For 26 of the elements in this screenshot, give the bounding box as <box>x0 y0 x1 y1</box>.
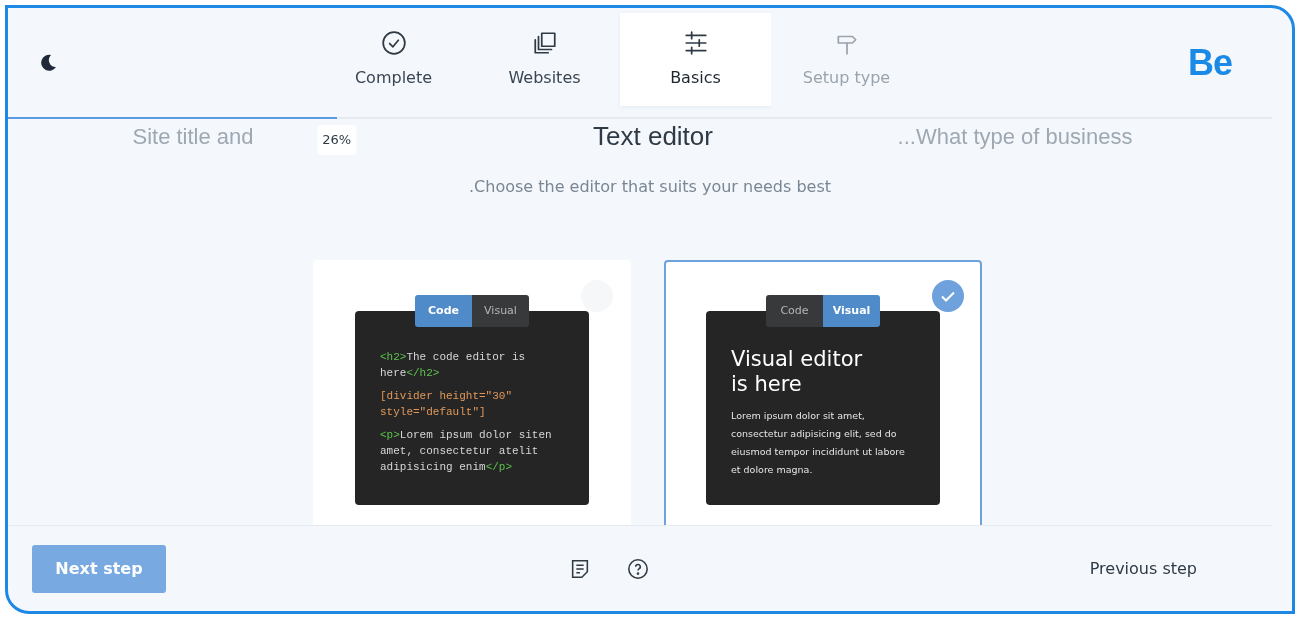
logo: Be <box>1187 40 1232 85</box>
previous-step-title: Site title and <box>132 122 254 151</box>
previous-step-button[interactable]: Previous step <box>1089 556 1197 581</box>
step-tab[interactable]: Basics <box>620 13 771 106</box>
editor-mode-tab: Code <box>415 295 472 327</box>
code-line: <h2>The code editor is here</h2> <box>380 350 527 381</box>
editor-mode-tab: Visual <box>823 295 880 327</box>
check-circle-icon <box>380 29 407 56</box>
notes-icon[interactable] <box>569 557 591 580</box>
progress-badge: 26% <box>317 125 357 155</box>
code-line: [divider height="30" style="default"] <box>380 389 514 420</box>
subtitle: .Choose the editor that suits your needs best <box>469 176 831 198</box>
check-badge-icon <box>932 280 964 312</box>
editor-mode-tab: Visual <box>472 295 529 327</box>
moon-icon[interactable] <box>38 52 58 73</box>
code-line: <p>Lorem ipsum dolor siten amet, consectetur atelit adipisicing enim</p> <box>380 428 553 475</box>
page-title: Text editor <box>593 119 713 153</box>
sliders-icon <box>682 29 709 56</box>
editor-option-card[interactable]: Code Visual <h2>The code editor is here</h2> [divider height="30" style="default"] <p>Lorem ipsum dolor siten amet, consectetur atelit adipisicing enim</p> <box>313 260 631 525</box>
next-step-title: ...What type of business <box>897 122 1133 151</box>
editor-option-card[interactable]: Code Visual Visual editor is here Lorem ipsum dolor sit amet, consectetur adipisicing elit, sed do eiusmod tempor incididunt ut labore et dolore magna. <box>664 260 982 525</box>
visual-body: Lorem ipsum dolor sit amet, consectetur adipisicing elit, sed do eiusmod tempor incididunt ut labore et dolore magna. <box>731 409 906 477</box>
stacked-pages-icon <box>531 29 558 56</box>
help-icon[interactable] <box>627 557 649 580</box>
editor-mode-tab: Code <box>766 295 823 327</box>
visual-heading: Visual editor is here <box>731 347 864 397</box>
